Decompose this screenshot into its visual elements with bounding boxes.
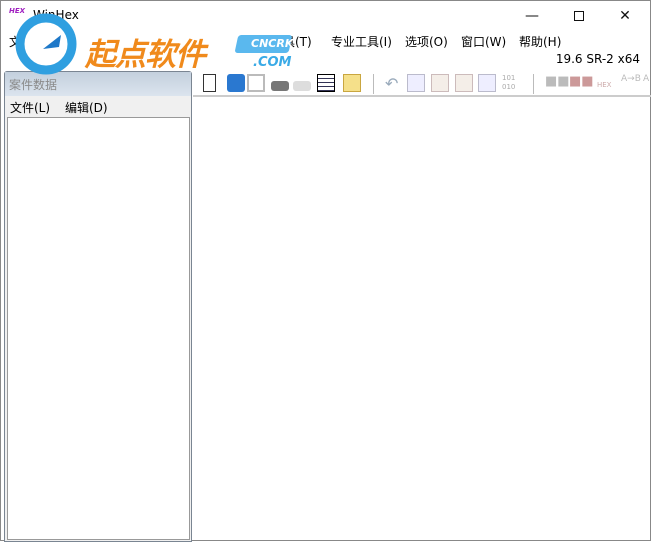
app-icon: HEX (9, 7, 26, 15)
new-file-icon[interactable] (203, 74, 216, 92)
find-icon[interactable]: ■■ (545, 74, 570, 92)
print-icon[interactable] (293, 81, 311, 91)
compare-icon[interactable] (478, 74, 496, 92)
replace-hex-icon[interactable]: A (643, 74, 651, 92)
version-label: 19.6 SR-2 x64 (555, 52, 640, 66)
close-icon: ✕ (619, 8, 631, 24)
find-hex-2-icon[interactable]: HEX (597, 81, 615, 99)
menu-help[interactable]: 帮助(H) (519, 33, 561, 50)
case-menu-file[interactable]: 文件(L) (10, 99, 50, 116)
toolbar: ↶ 101 010 ■■ ■■ HEX A→B A (193, 71, 651, 97)
menu-specialist-tools[interactable]: 专业工具(I) (331, 33, 392, 50)
window-title: WinHex (33, 8, 79, 22)
title-bar: HEX WinHex — ✕ (1, 1, 650, 31)
menu-bar: 文 具(T) 专业工具(I) 选项(O) 窗口(W) 帮助(H) (1, 31, 650, 51)
toolbar-separator (373, 74, 374, 94)
close-button[interactable]: ✕ (602, 1, 648, 31)
paste-special-icon[interactable] (455, 74, 473, 92)
case-tree-list[interactable] (7, 117, 190, 540)
main-window: HEX WinHex — ✕ 文 具(T) 专业工具(I) 选项(O) 窗口(W… (0, 0, 651, 542)
case-menu-edit[interactable]: 编辑(D) (65, 99, 108, 116)
menu-options[interactable]: 选项(O) (405, 33, 448, 50)
menu-window[interactable]: 窗口(W) (461, 33, 506, 50)
maximize-icon (574, 11, 584, 21)
copy-icon[interactable] (407, 74, 425, 92)
minimize-icon: — (525, 8, 539, 24)
save-icon[interactable] (247, 74, 265, 92)
properties-icon[interactable] (317, 74, 335, 92)
case-data-menu: 文件(L) 编辑(D) (5, 96, 191, 116)
open-icon[interactable] (227, 74, 245, 92)
maximize-button[interactable] (556, 1, 602, 31)
logo-domain: .COM (253, 55, 292, 70)
replace-icon[interactable]: A→B (621, 74, 641, 92)
case-data-window: 案件数据 文件(L) 编辑(D) (4, 71, 192, 542)
find-hex-icon[interactable]: ■■ (569, 74, 594, 92)
binary-convert-icon[interactable]: 101 010 (502, 74, 520, 92)
export-icon[interactable] (343, 74, 361, 92)
toolbar-separator (533, 74, 534, 94)
minimize-button[interactable]: — (509, 1, 555, 31)
case-data-title: 案件数据 (5, 72, 191, 96)
paste-icon[interactable] (431, 74, 449, 92)
menu-file[interactable]: 文 (9, 33, 21, 50)
disk-icon[interactable] (271, 81, 289, 91)
menu-tools[interactable]: 具(T) (283, 33, 312, 50)
undo-icon[interactable]: ↶ (385, 74, 403, 93)
